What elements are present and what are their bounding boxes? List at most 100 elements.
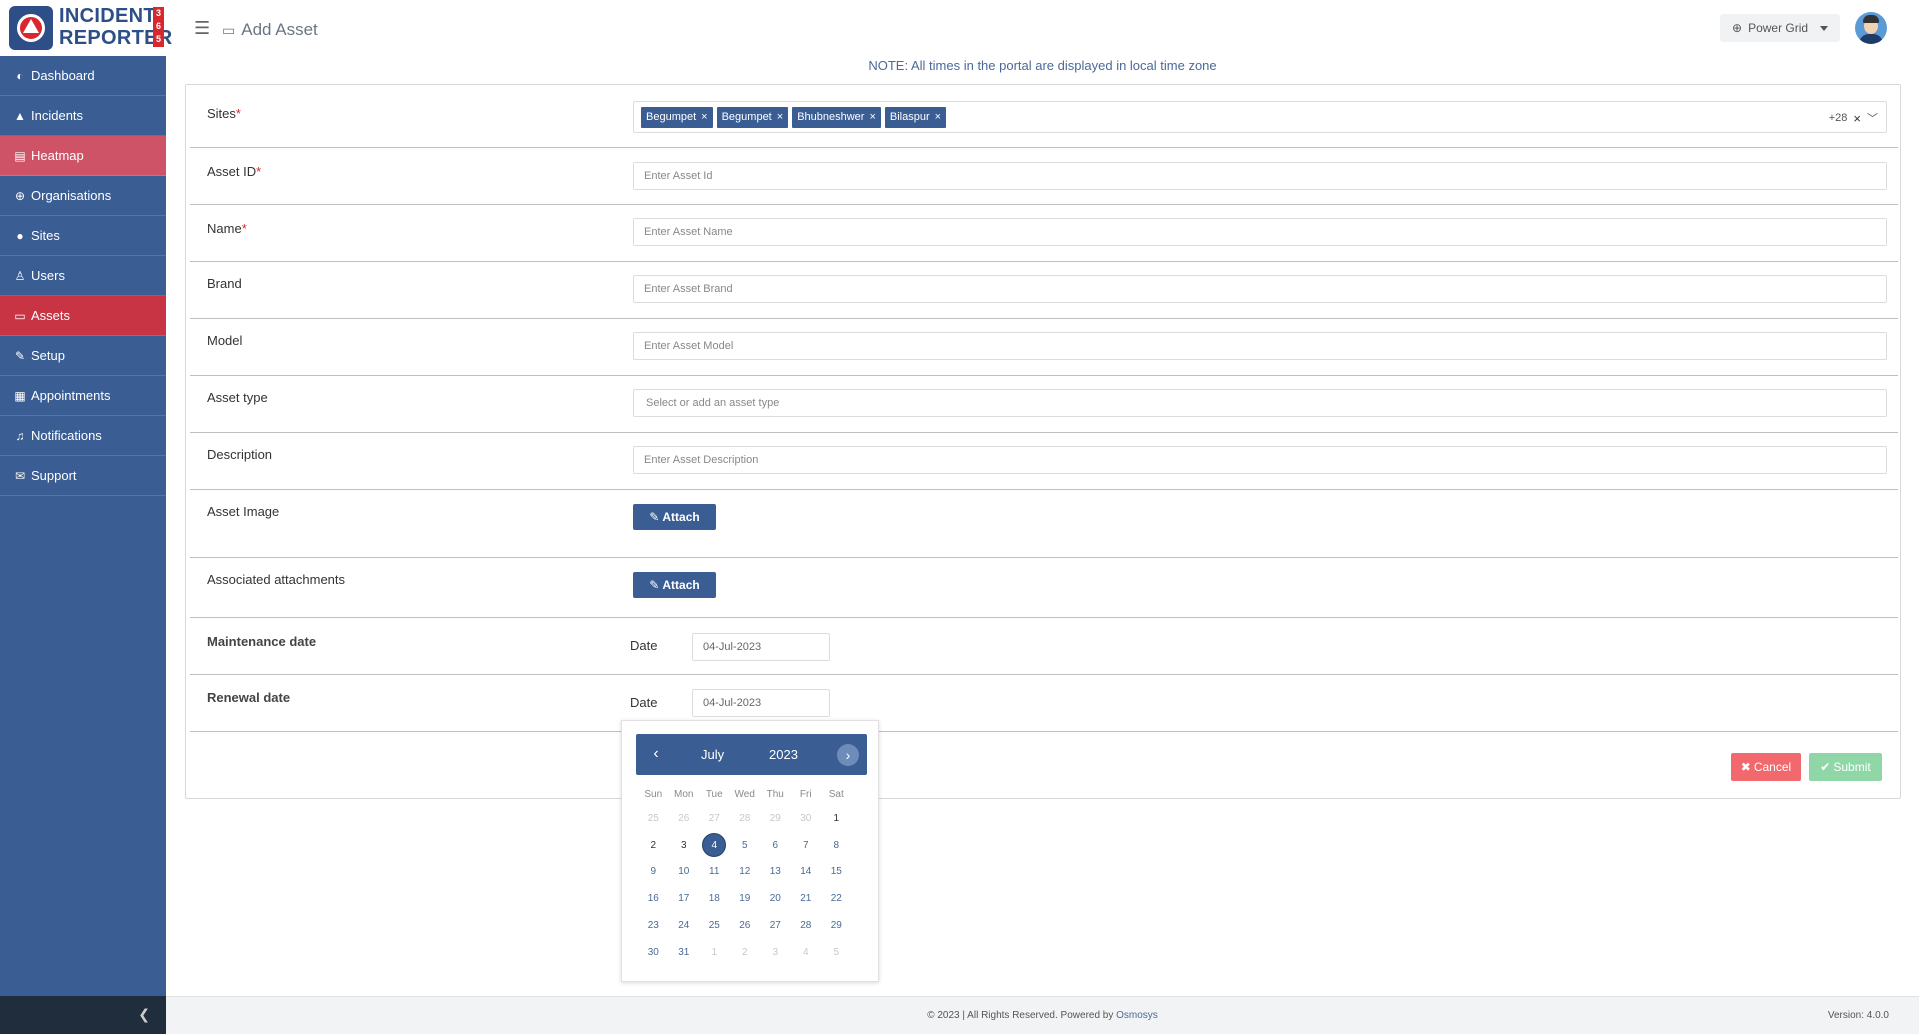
sidebar-nav: ◐ Dashboard ▲ Incidents ▤ Heatmap ⊕ Organisa… xyxy=(0,56,166,496)
asset-image-label: Asset Image xyxy=(207,504,280,519)
maintenance-date-sublabel: Date xyxy=(630,638,658,653)
calendar-day[interactable]: 25 xyxy=(638,806,669,830)
remove-tag-icon[interactable]: × xyxy=(935,111,941,123)
organisation-select[interactable]: ⊕ Power Grid xyxy=(1720,14,1840,42)
month-select[interactable]: July xyxy=(701,747,724,762)
name-input[interactable]: Enter Asset Name xyxy=(633,218,1887,246)
paperclip-icon: ✎ xyxy=(649,578,660,592)
calendar-day[interactable]: 26 xyxy=(730,914,761,938)
calendar-day[interactable]: 22 xyxy=(821,887,852,911)
calendar-day[interactable]: 15 xyxy=(821,860,852,884)
sidebar-item-organisations[interactable]: ⊕ Organisations xyxy=(0,176,166,216)
paperclip-icon: ✎ xyxy=(649,510,660,524)
calendar-day[interactable]: 30 xyxy=(638,940,669,964)
calendar-day[interactable]: 16 xyxy=(638,887,669,911)
calendar-day[interactable]: 17 xyxy=(669,887,700,911)
attachments-attach-button[interactable]: ✎ Attach xyxy=(633,572,716,598)
calendar-day[interactable]: 1 xyxy=(699,940,730,964)
remove-tag-icon[interactable]: × xyxy=(777,111,783,123)
calendar-day[interactable]: 26 xyxy=(669,806,700,830)
prev-month-button[interactable]: ‹ xyxy=(646,744,666,764)
sidebar-item-users[interactable]: ♙ Users xyxy=(0,256,166,296)
next-month-button[interactable]: › xyxy=(837,744,859,766)
calendar-day[interactable]: 29 xyxy=(821,914,852,938)
calendar-day[interactable]: 14 xyxy=(791,860,822,884)
calendar-day[interactable]: 2 xyxy=(638,833,669,857)
chevron-down-icon[interactable]: ﹀ xyxy=(1867,110,1878,126)
calendar-day[interactable]: 19 xyxy=(730,887,761,911)
asset-type-select[interactable]: Select or add an asset type xyxy=(633,389,1887,417)
calendar-day[interactable]: 5 xyxy=(730,833,761,857)
renewal-date-input[interactable]: 04-Jul-2023 xyxy=(692,689,830,717)
calendar-day[interactable]: 28 xyxy=(791,914,822,938)
calendar-day[interactable]: 20 xyxy=(760,887,791,911)
renewal-date-label: Renewal date xyxy=(207,690,291,705)
calendar-day[interactable]: 30 xyxy=(791,806,822,830)
calendar-day[interactable]: 2 xyxy=(730,940,761,964)
sites-multiselect[interactable]: Begumpet × Begumpet × Bhubneshwer × Bilaspu… xyxy=(633,101,1887,133)
site-tag: Begumpet × xyxy=(716,106,789,128)
remove-tag-icon[interactable]: × xyxy=(701,111,707,123)
logo-365-badge: 365 xyxy=(153,7,164,47)
copyright-text: © 2023 | All Rights Reserved. Powered by… xyxy=(927,1010,1158,1021)
calendar-day[interactable]: 13 xyxy=(760,860,791,884)
sidebar-item-incidents[interactable]: ▲ Incidents xyxy=(0,96,166,136)
app-logo[interactable]: INCIDENT REPORTER 365 xyxy=(0,0,172,56)
calendar-day[interactable]: 23 xyxy=(638,914,669,938)
calendar-day[interactable]: 3 xyxy=(760,940,791,964)
calendar-day[interactable]: 7 xyxy=(791,833,822,857)
submit-button[interactable]: ✔ Submit xyxy=(1809,753,1882,781)
calendar-day[interactable]: 29 xyxy=(760,806,791,830)
sidebar-item-appointments[interactable]: ▦ Appointments xyxy=(0,376,166,416)
calendar-day[interactable]: 27 xyxy=(699,806,730,830)
calendar-day[interactable]: 12 xyxy=(730,860,761,884)
asset-type-label: Asset type xyxy=(207,390,268,405)
hamburger-menu-icon[interactable]: ☰ xyxy=(194,18,210,39)
description-input[interactable]: Enter Asset Description xyxy=(633,446,1887,474)
calendar-day[interactable]: 28 xyxy=(730,806,761,830)
sidebar-item-sites[interactable]: ● Sites xyxy=(0,216,166,256)
calendar-day[interactable]: 27 xyxy=(760,914,791,938)
calendar-day[interactable]: 1 xyxy=(821,806,852,830)
company-link[interactable]: Osmosys xyxy=(1116,1010,1158,1021)
attachments-row: Associated attachments ✎ Attach xyxy=(190,558,1898,618)
calendar-day[interactable]: 3 xyxy=(669,833,700,857)
brand-input[interactable]: Enter Asset Brand xyxy=(633,275,1887,303)
renewal-date-row: Renewal date Date 04-Jul-2023 xyxy=(190,675,1898,732)
maintenance-date-input[interactable]: 04-Jul-2023 xyxy=(692,633,830,661)
calendar-day[interactable]: 4 xyxy=(699,833,730,858)
site-tag: Begumpet × xyxy=(641,106,713,128)
maintenance-date-row: Maintenance date Date 04-Jul-2023 xyxy=(190,618,1898,675)
calendar-day[interactable]: 18 xyxy=(699,887,730,911)
site-tag: Bhubneshwer × xyxy=(792,106,881,128)
clear-icon[interactable]: × xyxy=(1853,111,1861,126)
calendar-day[interactable]: 21 xyxy=(791,887,822,911)
sidebar-item-heatmap[interactable]: ▤ Heatmap xyxy=(0,136,166,176)
timezone-note: NOTE: All times in the portal are displa… xyxy=(868,58,1217,73)
calendar-day[interactable]: 4 xyxy=(791,940,822,964)
sidebar-item-notifications[interactable]: ♫ Notifications xyxy=(0,416,166,456)
year-select[interactable]: 2023 xyxy=(769,747,798,762)
calendar-day[interactable]: 5 xyxy=(821,940,852,964)
asset-image-row: Asset Image ✎ Attach xyxy=(190,490,1898,558)
collapse-sidebar-icon[interactable]: ❮ xyxy=(138,1006,150,1023)
sidebar-item-support[interactable]: ✉ Support xyxy=(0,456,166,496)
calendar-day[interactable]: 9 xyxy=(638,860,669,884)
sidebar-item-dashboard[interactable]: ◐ Dashboard xyxy=(0,56,166,96)
model-input[interactable]: Enter Asset Model xyxy=(633,332,1887,360)
asset-image-attach-button[interactable]: ✎ Attach xyxy=(633,504,716,530)
sidebar-item-setup[interactable]: ✎ Setup xyxy=(0,336,166,376)
calendar-day[interactable]: 24 xyxy=(669,914,700,938)
calendar-day[interactable]: 6 xyxy=(760,833,791,857)
calendar-day[interactable]: 11 xyxy=(699,860,730,884)
datepicker-popup: ‹ July 2023 › Sun Mon Tue Wed Thu Fri Sa… xyxy=(621,720,879,982)
calendar-day[interactable]: 8 xyxy=(821,833,852,857)
calendar-day[interactable]: 31 xyxy=(669,940,700,964)
sidebar-item-assets[interactable]: ▭ Assets xyxy=(0,296,166,336)
cancel-button[interactable]: ✖ Cancel xyxy=(1731,753,1801,781)
asset-id-input[interactable]: Enter Asset Id xyxy=(633,162,1887,190)
calendar-day[interactable]: 10 xyxy=(669,860,700,884)
remove-tag-icon[interactable]: × xyxy=(869,111,875,123)
calendar-day[interactable]: 25 xyxy=(699,914,730,938)
user-avatar[interactable] xyxy=(1855,12,1887,44)
